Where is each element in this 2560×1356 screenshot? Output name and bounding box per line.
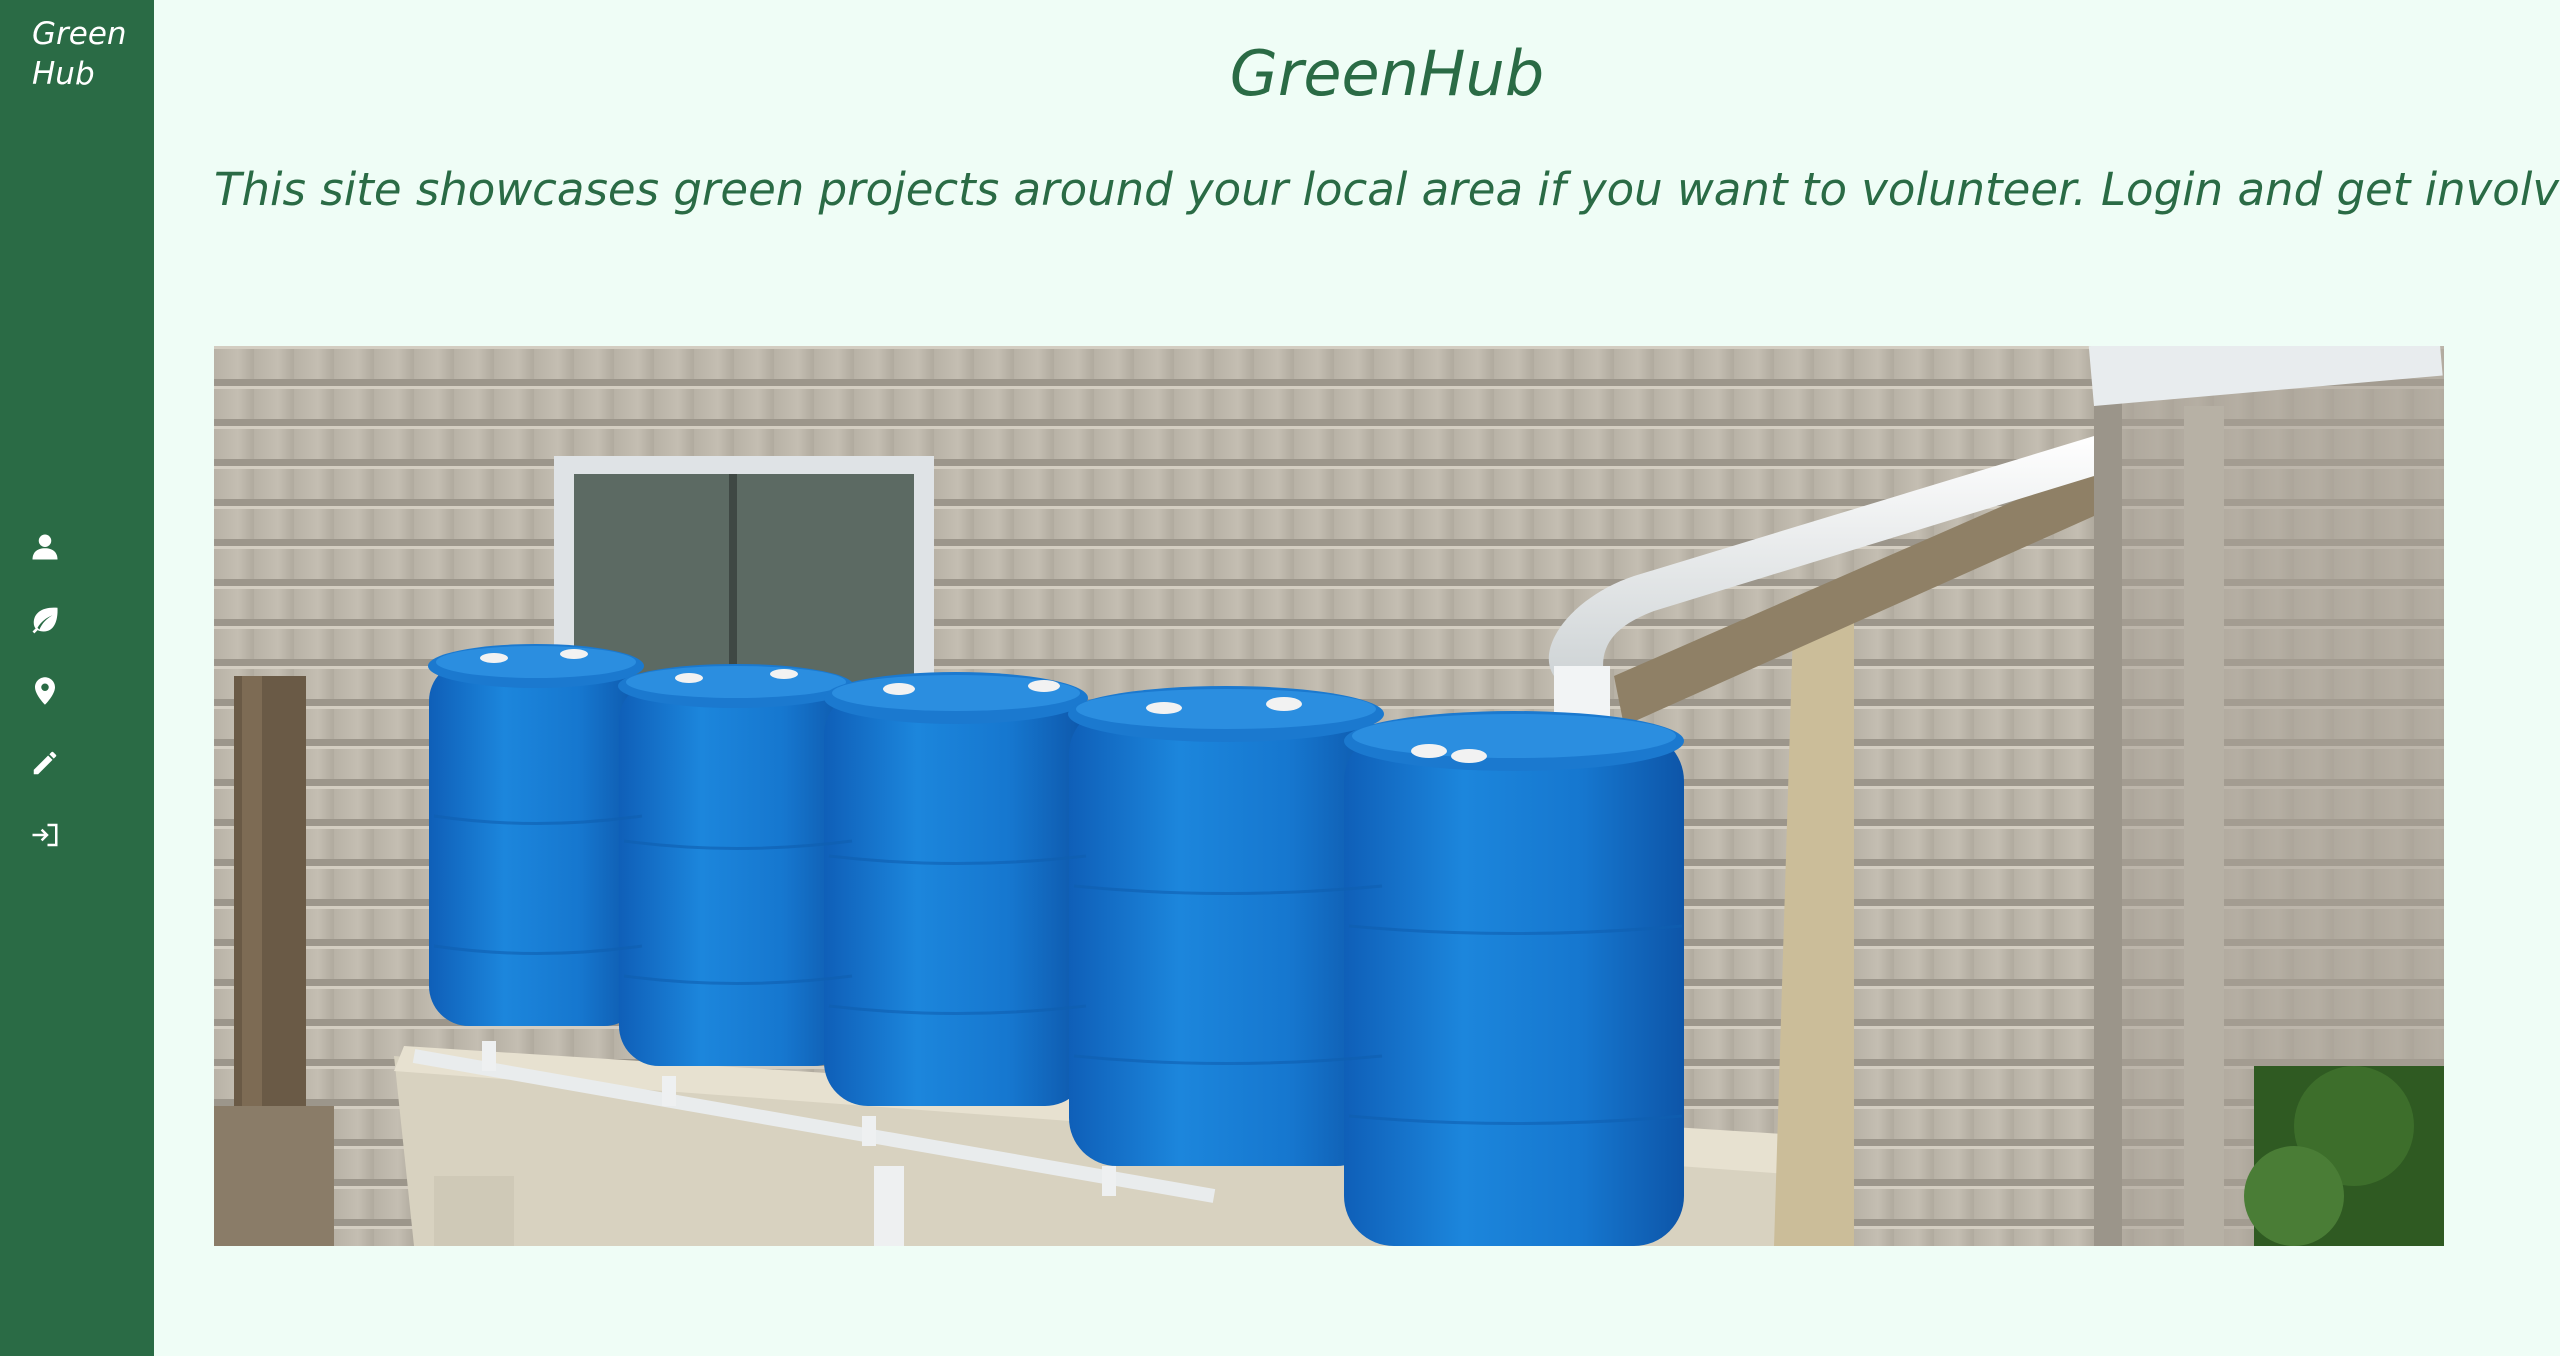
barrel-1 bbox=[428, 644, 644, 1026]
barrel-2 bbox=[618, 664, 854, 1066]
sidebar-item-profile[interactable] bbox=[28, 530, 62, 564]
leaf-icon bbox=[32, 607, 58, 634]
barrel-4 bbox=[1068, 686, 1384, 1166]
page-tagline: This site showcases green projects aroun… bbox=[214, 163, 2560, 216]
sidebar: Green Hub bbox=[0, 0, 154, 1356]
barrel-5 bbox=[1344, 711, 1684, 1246]
page-title: GreenHub bbox=[1229, 37, 1545, 110]
sidebar-item-edit[interactable] bbox=[28, 746, 62, 780]
rain-barrels-photo bbox=[214, 346, 2444, 1246]
user-icon bbox=[32, 534, 58, 560]
pencil-icon bbox=[33, 751, 57, 775]
barrel-3 bbox=[824, 672, 1089, 1106]
brand-logo[interactable]: Green Hub bbox=[32, 14, 142, 94]
sign-in-icon bbox=[32, 823, 58, 847]
hero-image bbox=[214, 346, 2444, 1246]
sidebar-item-locations[interactable] bbox=[28, 674, 62, 708]
sidebar-item-login[interactable] bbox=[28, 818, 62, 852]
map-marker-icon bbox=[35, 677, 55, 705]
sidebar-item-projects[interactable] bbox=[28, 602, 62, 636]
main-content: GreenHub This site showcases green proje… bbox=[154, 0, 2560, 1356]
